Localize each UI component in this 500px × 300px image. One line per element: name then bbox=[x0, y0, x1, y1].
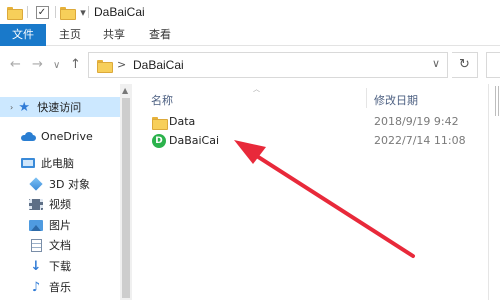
app-icon: D bbox=[152, 134, 166, 148]
sidebar-item-label: 快速访问 bbox=[37, 101, 82, 114]
sidebar-item-this-pc[interactable]: 此电脑 bbox=[0, 153, 74, 173]
sidebar-item-3d-objects[interactable]: 3D 对象 bbox=[0, 174, 90, 194]
back-icon[interactable]: ← bbox=[10, 58, 21, 72]
document-icon bbox=[28, 238, 44, 252]
breadcrumb-separator: > bbox=[117, 58, 127, 71]
divider bbox=[88, 6, 89, 18]
breadcrumb-item[interactable]: DaBaiCai bbox=[133, 58, 184, 72]
file-modified-date: 2022/7/14 11:08 bbox=[374, 134, 466, 147]
tab-view[interactable]: 查看 bbox=[140, 24, 180, 46]
up-icon[interactable]: ↑ bbox=[70, 58, 81, 72]
video-icon bbox=[28, 197, 44, 211]
ribbon-tabs: 文件 主页 共享 查看 bbox=[0, 24, 500, 46]
window-title: DaBaiCai bbox=[94, 5, 145, 19]
tab-home[interactable]: 主页 bbox=[50, 24, 90, 46]
navigation-pane: › ★ 快速访问 OneDrive 此电脑 3D 对象 视频 图片 文档 ↓ 下… bbox=[0, 84, 132, 300]
sidebar-scrollbar[interactable]: ▲ bbox=[120, 84, 132, 300]
details-pane-edge bbox=[488, 84, 500, 300]
column-header-name[interactable]: 名称 bbox=[151, 92, 173, 108]
sidebar-item-music[interactable]: ♪ 音乐 bbox=[0, 277, 71, 297]
sidebar-item-documents[interactable]: 文档 bbox=[0, 235, 71, 255]
title-bar: ✓ ▾ DaBaiCai bbox=[0, 0, 500, 24]
file-name: Data bbox=[169, 115, 196, 128]
folder-icon bbox=[152, 117, 168, 130]
scrollbar-thumb[interactable] bbox=[122, 98, 130, 298]
column-divider[interactable] bbox=[366, 88, 367, 108]
sidebar-item-pictures[interactable]: 图片 bbox=[0, 215, 71, 235]
recent-locations-icon[interactable]: ∨ bbox=[53, 59, 60, 73]
divider bbox=[55, 6, 56, 18]
sidebar-item-videos[interactable]: 视频 bbox=[0, 194, 71, 214]
cloud-icon bbox=[20, 129, 36, 143]
scroll-up-icon[interactable]: ▲ bbox=[122, 86, 128, 95]
folder-icon bbox=[97, 60, 113, 73]
sidebar-item-label: 此电脑 bbox=[41, 157, 74, 170]
cube-icon bbox=[28, 177, 44, 191]
refresh-icon[interactable]: ↻ bbox=[452, 52, 478, 78]
star-icon: ★ bbox=[18, 99, 31, 115]
new-folder-icon[interactable] bbox=[59, 4, 76, 20]
music-icon: ♪ bbox=[31, 279, 41, 295]
tab-share[interactable]: 共享 bbox=[94, 24, 134, 46]
sidebar-item-label: 视频 bbox=[49, 198, 71, 211]
folder-icon[interactable] bbox=[6, 4, 23, 20]
scrollbar-grip[interactable] bbox=[495, 86, 499, 116]
tab-file[interactable]: 文件 bbox=[0, 24, 46, 46]
forward-icon[interactable]: → bbox=[32, 58, 43, 72]
picture-icon bbox=[28, 218, 44, 232]
expand-arrow-icon[interactable]: › bbox=[10, 103, 13, 112]
column-header-modified[interactable]: 修改日期 bbox=[374, 92, 418, 108]
address-bar[interactable]: > DaBaiCai ∨ bbox=[88, 52, 448, 78]
sidebar-item-label: 3D 对象 bbox=[49, 178, 90, 191]
sidebar-item-onedrive[interactable]: OneDrive bbox=[0, 126, 93, 146]
file-modified-date: 2018/9/19 9:42 bbox=[374, 115, 459, 128]
properties-checkbox-icon[interactable]: ✓ bbox=[34, 4, 50, 20]
list-item[interactable]: D DaBaiCai 2022/7/14 11:08 bbox=[145, 131, 488, 151]
sidebar-item-label: OneDrive bbox=[41, 129, 93, 143]
sort-ascending-icon: ︿ bbox=[253, 85, 260, 93]
sidebar-item-label: 文档 bbox=[49, 239, 71, 252]
chevron-down-icon[interactable]: ∨ bbox=[432, 57, 440, 70]
monitor-icon bbox=[20, 156, 36, 170]
file-name: DaBaiCai bbox=[169, 134, 220, 147]
download-icon: ↓ bbox=[30, 258, 42, 274]
divider bbox=[27, 6, 28, 18]
list-item[interactable]: Data 2018/9/19 9:42 bbox=[145, 112, 488, 132]
sidebar-item-label: 音乐 bbox=[49, 281, 71, 294]
sidebar-item-label: 下载 bbox=[49, 260, 71, 273]
sidebar-item-quick-access[interactable]: › ★ 快速访问 bbox=[0, 97, 120, 117]
sidebar-item-label: 图片 bbox=[49, 219, 71, 232]
search-box[interactable] bbox=[486, 52, 500, 78]
sidebar-item-downloads[interactable]: ↓ 下载 bbox=[0, 256, 71, 276]
